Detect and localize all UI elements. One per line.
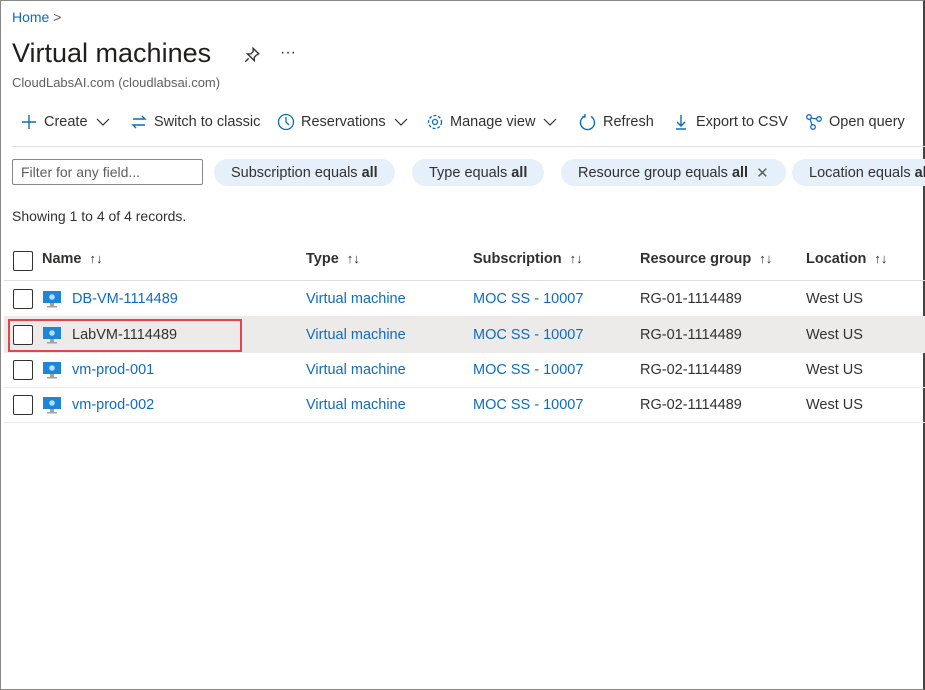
chevron-down-icon bbox=[544, 118, 557, 126]
download-icon bbox=[676, 115, 686, 130]
column-header[interactable]: Location ↑↓ bbox=[806, 251, 887, 267]
plus-icon bbox=[22, 115, 36, 129]
breadcrumb: Home > bbox=[12, 9, 61, 25]
table-row[interactable]: vm-prod-002 Virtual machine MOC SS - 1000… bbox=[4, 387, 925, 423]
pill-key: Resource group equals bbox=[578, 164, 732, 181]
pill-key: Type equals bbox=[429, 164, 512, 181]
toolbar-label: Reservations bbox=[301, 114, 386, 130]
filter-pill[interactable]: Type equals all bbox=[412, 159, 545, 186]
query-icon bbox=[806, 114, 822, 130]
cell-type[interactable]: Virtual machine bbox=[306, 397, 406, 413]
toolbar-label: Open query bbox=[829, 114, 905, 130]
virtual-machine-icon bbox=[43, 291, 61, 308]
gear-icon bbox=[427, 114, 443, 130]
cell-rg: RG-01-1114489 bbox=[640, 291, 742, 307]
pill-value: all bbox=[731, 164, 749, 181]
refresh-icon bbox=[579, 114, 596, 131]
virtual-machine-icon bbox=[43, 397, 61, 414]
row-checkbox[interactable] bbox=[13, 360, 33, 380]
cell-rg: RG-02-1114489 bbox=[640, 362, 742, 378]
toolbar-divider bbox=[12, 146, 925, 147]
table-row[interactable]: vm-prod-001 Virtual machine MOC SS - 1000… bbox=[4, 352, 925, 388]
vm-name-link[interactable]: DB-VM-1114489 bbox=[72, 291, 178, 307]
pill-key: Location equals bbox=[809, 164, 915, 181]
cell-type[interactable]: Virtual machine bbox=[306, 327, 406, 343]
page-title: Virtual machines bbox=[12, 38, 212, 68]
pill-key: Subscription equals bbox=[231, 164, 362, 181]
highlight-box bbox=[8, 319, 242, 352]
toolbar-switch-to-classic-button[interactable]: Switch to classic bbox=[130, 111, 260, 133]
toolbar-export-to-csv-button[interactable]: Export to CSV bbox=[672, 111, 788, 133]
sort-icon[interactable]: ↑↓ bbox=[570, 251, 583, 266]
cell-type[interactable]: Virtual machine bbox=[306, 362, 406, 378]
page-subtitle: CloudLabsAI.com (cloudlabsai.com) bbox=[12, 75, 221, 90]
column-header[interactable]: Name ↑↓ bbox=[42, 251, 103, 267]
cell-location: West US bbox=[806, 291, 863, 307]
more-icon[interactable]: ··· bbox=[280, 44, 296, 62]
select-all-checkbox[interactable] bbox=[13, 251, 33, 271]
chevron-down-icon bbox=[96, 118, 109, 126]
cell-type[interactable]: Virtual machine bbox=[306, 291, 406, 307]
cell-location: West US bbox=[806, 327, 863, 343]
cell-subscription[interactable]: MOC SS - 10007 bbox=[473, 397, 583, 413]
column-header[interactable]: Subscription ↑↓ bbox=[473, 251, 583, 267]
cell-location: West US bbox=[806, 397, 863, 413]
toolbar-label: Switch to classic bbox=[154, 114, 261, 130]
switch-icon bbox=[131, 115, 147, 129]
vm-name-link[interactable]: vm-prod-002 bbox=[72, 397, 154, 413]
cell-subscription[interactable]: MOC SS - 10007 bbox=[473, 327, 583, 343]
breadcrumb-home[interactable]: Home bbox=[12, 9, 49, 25]
table-row[interactable]: DB-VM-1114489 Virtual machine MOC SS - 10… bbox=[4, 281, 925, 317]
cell-rg: RG-01-1114489 bbox=[640, 327, 742, 343]
pill-value: all bbox=[511, 164, 528, 181]
column-label: Resource group bbox=[640, 251, 752, 267]
virtual-machine-icon bbox=[43, 362, 61, 379]
toolbar-create-button[interactable]: Create bbox=[20, 111, 112, 133]
row-checkbox[interactable] bbox=[13, 289, 33, 309]
toolbar-label: Export to CSV bbox=[696, 114, 788, 130]
toolbar-label: Create bbox=[44, 114, 88, 130]
breadcrumb-separator: > bbox=[53, 9, 62, 25]
vm-name-link[interactable]: vm-prod-001 bbox=[72, 362, 154, 378]
toolbar-refresh-button[interactable]: Refresh bbox=[579, 111, 654, 133]
pill-value: all bbox=[914, 164, 925, 181]
sort-icon[interactable]: ↑↓ bbox=[90, 251, 103, 266]
sort-icon[interactable]: ↑↓ bbox=[759, 251, 772, 266]
filter-input[interactable]: Filter for any field... bbox=[12, 159, 203, 185]
filter-pill[interactable]: Location equals all bbox=[792, 159, 925, 186]
column-label: Type bbox=[306, 251, 339, 267]
cell-rg: RG-02-1114489 bbox=[640, 397, 742, 413]
row-checkbox[interactable] bbox=[13, 395, 33, 415]
toolbar-label: Refresh bbox=[603, 114, 654, 130]
column-label: Subscription bbox=[473, 251, 562, 267]
sort-icon[interactable]: ↑↓ bbox=[347, 251, 360, 266]
pin-icon[interactable] bbox=[243, 46, 261, 69]
cell-location: West US bbox=[806, 362, 863, 378]
close-icon[interactable]: ✕ bbox=[756, 164, 769, 182]
record-count: Showing 1 to 4 of 4 records. bbox=[12, 208, 187, 224]
clock-icon bbox=[277, 113, 295, 131]
toolbar-reservations-button[interactable]: Reservations bbox=[277, 111, 410, 133]
column-label: Name bbox=[42, 251, 82, 267]
toolbar-manage-view-button[interactable]: Manage view bbox=[426, 111, 559, 133]
sort-icon[interactable]: ↑↓ bbox=[874, 251, 887, 266]
column-header[interactable]: Resource group ↑↓ bbox=[640, 251, 772, 267]
cell-subscription[interactable]: MOC SS - 10007 bbox=[473, 362, 583, 378]
cell-subscription[interactable]: MOC SS - 10007 bbox=[473, 291, 583, 307]
column-header[interactable]: Type ↑↓ bbox=[306, 251, 360, 267]
toolbar-open-query-button[interactable]: Open query bbox=[805, 111, 905, 133]
pill-value: all bbox=[361, 164, 378, 181]
filter-pill[interactable]: Resource group equals all ✕ bbox=[561, 159, 786, 186]
filter-pill[interactable]: Subscription equals all bbox=[214, 159, 395, 186]
toolbar-label: Manage view bbox=[450, 114, 536, 130]
chevron-down-icon bbox=[394, 118, 408, 126]
column-label: Location bbox=[806, 251, 867, 267]
